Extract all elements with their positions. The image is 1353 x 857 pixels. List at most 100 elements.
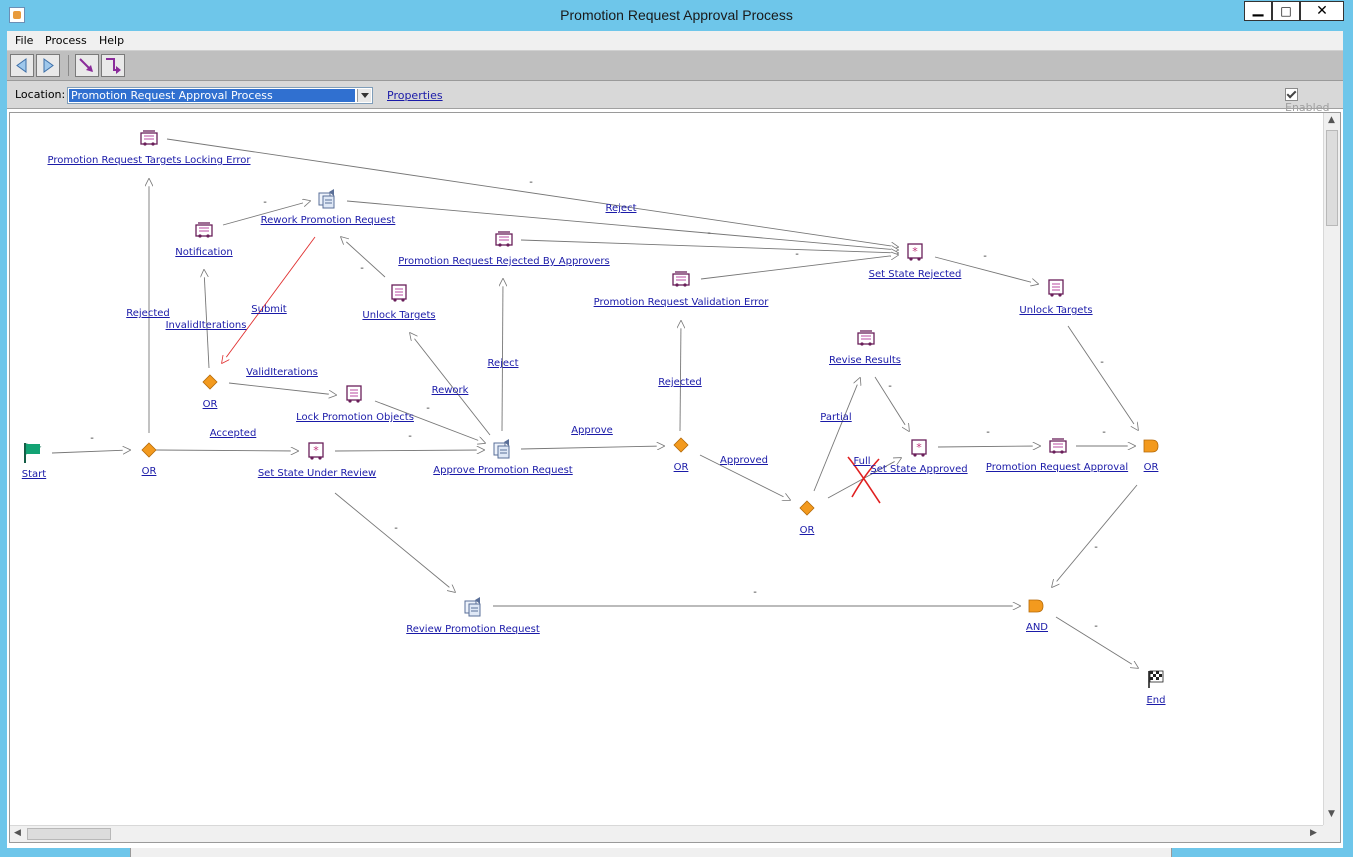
or-gateway-approve-icon[interactable] [673, 437, 689, 453]
scroll-right-icon[interactable]: ▶ [1310, 828, 1317, 838]
edge-valid-iterations[interactable]: ValidIterations [246, 367, 318, 378]
or-gateway-approved-icon[interactable] [799, 500, 815, 516]
node-rework-request[interactable]: Rework Promotion Request [261, 215, 396, 226]
node-unlock-targets-right[interactable]: Unlock Targets [1019, 305, 1092, 316]
elbow-connector-button[interactable] [101, 54, 125, 77]
unlock-targets-right-icon[interactable] [1048, 279, 1064, 298]
diagram-frame: * Promotion Request Targets Locking Erro… [9, 112, 1341, 843]
edge-submit[interactable]: Submit [251, 304, 286, 315]
or-gateway-start-icon[interactable] [141, 442, 157, 458]
start-flag-icon[interactable] [24, 443, 42, 463]
scroll-down-icon[interactable]: ▼ [1328, 809, 1335, 819]
title-bar: Promotion Request Approval Process ▁ □ ✕ [0, 0, 1353, 31]
chevron-down-icon[interactable] [357, 89, 371, 102]
diagonal-arrow-icon [79, 58, 93, 72]
menu-help[interactable]: Help [99, 34, 124, 47]
node-or-approve[interactable]: OR [674, 462, 689, 473]
node-revise-results[interactable]: Revise Results [829, 355, 901, 366]
lock-objects-icon[interactable] [346, 385, 362, 404]
edge-dash-label: - [360, 263, 364, 274]
node-or-final[interactable]: OR [1144, 462, 1159, 473]
close-button[interactable]: ✕ [1300, 1, 1344, 21]
edge-rejected-mid[interactable]: Rejected [658, 377, 702, 388]
review-task-icon[interactable] [464, 596, 481, 617]
edge-reject-top[interactable]: Reject [605, 203, 636, 214]
edge-approve[interactable]: Approve [571, 425, 613, 436]
enabled-checkbox[interactable]: Enabled [1285, 87, 1343, 114]
rejected-node-icon[interactable] [495, 231, 513, 248]
location-dropdown[interactable]: Promotion Request Approval Process [67, 87, 373, 104]
edge-dash-label: - [394, 523, 398, 534]
approve-task-icon[interactable] [493, 438, 510, 459]
revise-results-icon[interactable] [857, 330, 875, 347]
edge-dash-label: - [707, 228, 711, 239]
horizontal-scrollbar[interactable]: ◀ ▶ [10, 825, 1323, 842]
submit-edge [222, 236, 316, 363]
request-approval-icon[interactable] [1049, 438, 1067, 455]
node-set-state-rejected[interactable]: Set State Rejected [869, 269, 962, 280]
forward-button[interactable] [36, 54, 60, 77]
node-rejected-by-approvers[interactable]: Promotion Request Rejected By Approvers [398, 256, 609, 267]
end-checkered-flag-icon[interactable] [1148, 670, 1164, 688]
node-set-state-approved[interactable]: Set State Approved [870, 464, 967, 475]
menu-process[interactable]: Process [45, 34, 87, 47]
edge-accepted[interactable]: Accepted [210, 428, 257, 439]
horizontal-scroll-thumb[interactable] [27, 828, 111, 840]
background-window-edge [130, 848, 1172, 857]
node-notification[interactable]: Notification [175, 247, 232, 258]
edge-dash-label: - [1102, 427, 1106, 438]
rework-task-icon[interactable] [318, 188, 335, 209]
set-state-under-review-icon[interactable] [308, 442, 324, 461]
edge-dash-label: - [426, 403, 430, 414]
or-gateway-diamond-icon[interactable] [202, 374, 218, 390]
edge-full[interactable]: Full [853, 456, 870, 467]
node-validation-error[interactable]: Promotion Request Validation Error [594, 297, 769, 308]
edge-partial[interactable]: Partial [820, 412, 851, 423]
scroll-left-icon[interactable]: ◀ [14, 828, 21, 838]
node-approve-request[interactable]: Approve Promotion Request [433, 465, 572, 476]
straight-connector-button[interactable] [75, 54, 99, 77]
node-or-iterations[interactable]: OR [203, 399, 218, 410]
vertical-scrollbar[interactable]: ▲ ▼ [1323, 113, 1340, 825]
location-value: Promotion Request Approval Process [69, 89, 355, 102]
menu-file[interactable]: File [15, 34, 33, 47]
back-button[interactable] [10, 54, 34, 77]
edge-dash-label: - [753, 587, 757, 598]
node-and-join[interactable]: AND [1026, 622, 1048, 633]
node-targets-locking-error[interactable]: Promotion Request Targets Locking Error [47, 155, 250, 166]
edge-rework[interactable]: Rework [432, 385, 469, 396]
set-state-rejected-icon[interactable] [907, 243, 923, 262]
process-diagram-canvas[interactable]: * Promotion Request Targets Locking Erro… [10, 113, 1323, 825]
edge-invalid-iterations[interactable]: InvalidIterations [166, 320, 247, 331]
validation-error-icon[interactable] [672, 271, 690, 288]
notification-node-icon[interactable] [195, 222, 213, 239]
node-unlock-targets-mid[interactable]: Unlock Targets [362, 310, 435, 321]
node-or-approved[interactable]: OR [800, 525, 815, 536]
back-arrow-icon [16, 58, 27, 73]
and-gateway-icon[interactable] [1028, 599, 1044, 613]
checkbox-checked-icon [1285, 87, 1298, 101]
node-lock-objects[interactable]: Lock Promotion Objects [296, 412, 414, 423]
or-gateway-final-icon[interactable] [1143, 439, 1159, 453]
node-or-start[interactable]: OR [142, 466, 157, 477]
node-set-state-under-review[interactable]: Set State Under Review [258, 468, 376, 479]
edge-dash-label: - [983, 251, 987, 262]
elbow-arrow-icon [106, 58, 121, 74]
node-start[interactable]: Start [22, 469, 46, 480]
maximize-button[interactable]: □ [1272, 1, 1300, 21]
edge-dash-label: - [1100, 357, 1104, 368]
node-end[interactable]: End [1146, 695, 1165, 706]
minimize-button[interactable]: ▁ [1244, 1, 1272, 21]
scroll-up-icon[interactable]: ▲ [1328, 115, 1335, 125]
edge-approved[interactable]: Approved [720, 455, 768, 466]
node-request-approval[interactable]: Promotion Request Approval [986, 462, 1128, 473]
location-label: Location: [15, 88, 66, 101]
unlock-targets-mid-icon[interactable] [391, 284, 407, 303]
set-state-approved-icon[interactable] [911, 439, 927, 458]
edge-reject-up[interactable]: Reject [487, 358, 518, 369]
vertical-scroll-thumb[interactable] [1326, 130, 1338, 226]
properties-link[interactable]: Properties [387, 89, 443, 102]
edge-rejected-left[interactable]: Rejected [126, 308, 170, 319]
node-review-request[interactable]: Review Promotion Request [406, 624, 540, 635]
error-node-icon[interactable] [140, 130, 158, 147]
